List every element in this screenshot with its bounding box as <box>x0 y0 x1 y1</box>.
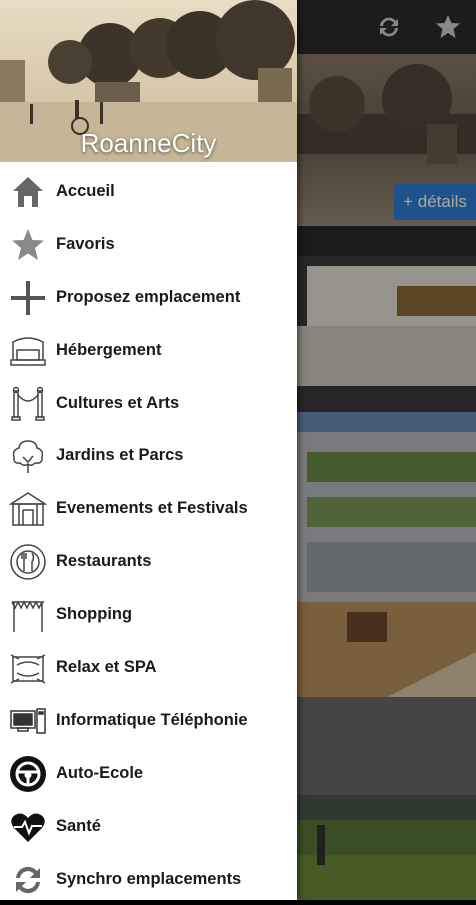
cutlery-plate-icon <box>9 543 47 581</box>
sync-icon[interactable] <box>374 12 404 42</box>
menu-item-label: Hébergement <box>56 340 162 359</box>
menu-item-label: Proposez emplacement <box>56 287 241 306</box>
place-card-image[interactable] <box>297 795 476 900</box>
menu-item-informatique-telephonie[interactable]: Informatique Téléphonie <box>0 694 297 747</box>
menu-item-accueil[interactable]: Accueil <box>0 165 297 218</box>
navigation-drawer: RoanneCity Accueil Favoris Proposez empl… <box>0 0 297 900</box>
plus-icon <box>9 279 47 317</box>
menu-item-label: Accueil <box>56 182 115 200</box>
menu-item-synchro-emplacements[interactable]: Synchro emplacements <box>0 853 297 905</box>
home-icon <box>9 173 47 211</box>
menu-item-evenements-festivals[interactable]: Evenements et Festivals <box>0 482 297 535</box>
menu-item-auto-ecole[interactable]: Auto-Ecole <box>0 747 297 800</box>
spa-icon <box>9 649 47 687</box>
star-icon <box>9 226 47 264</box>
menu-item-cultures-arts[interactable]: Cultures et Arts <box>0 377 297 430</box>
menu-item-sante[interactable]: Santé <box>0 800 297 853</box>
details-button[interactable]: + détails <box>394 184 476 220</box>
bed-icon <box>9 332 47 370</box>
app-title: RoanneCity <box>80 128 217 158</box>
menu-item-label: Auto-Ecole <box>56 763 144 782</box>
menu-item-hebergement[interactable]: Hébergement <box>0 324 297 377</box>
menu-item-label: Restaurants <box>56 552 152 571</box>
heart-pulse-icon <box>9 808 47 846</box>
sync-icon <box>9 861 47 899</box>
drawer-menu: Accueil Favoris Proposez emplacement Héb… <box>0 165 297 905</box>
menu-item-label: Informatique Téléphonie <box>56 710 248 729</box>
menu-item-proposez-emplacement[interactable]: Proposez emplacement <box>0 271 297 324</box>
menu-item-label: Cultures et Arts <box>56 393 180 412</box>
place-card-image[interactable] <box>297 602 476 795</box>
menu-item-jardins-parcs[interactable]: Jardins et Parcs <box>0 429 297 482</box>
menu-item-label: Shopping <box>56 605 133 624</box>
tent-icon <box>8 490 48 528</box>
menu-item-label: Evenements et Festivals <box>56 499 248 518</box>
museum-rope-icon <box>9 385 47 423</box>
menu-item-restaurants[interactable]: Restaurants <box>0 535 297 588</box>
menu-item-label: Jardins et Parcs <box>56 446 184 465</box>
place-card-image[interactable] <box>297 226 476 409</box>
menu-item-favoris[interactable]: Favoris <box>0 218 297 271</box>
menu-item-label: Relax et SPA <box>56 658 157 677</box>
tree-icon <box>9 437 47 475</box>
star-icon[interactable] <box>433 12 463 42</box>
menu-item-label: Favoris <box>56 234 115 253</box>
menu-item-shopping[interactable]: Shopping <box>0 588 297 641</box>
computer-icon <box>9 702 47 740</box>
drawer-header: RoanneCity <box>0 0 297 162</box>
menu-item-label: Santé <box>56 816 101 835</box>
steering-wheel-icon <box>9 755 47 793</box>
menu-item-relax-spa[interactable]: Relax et SPA <box>0 641 297 694</box>
place-card-image[interactable] <box>297 412 476 602</box>
shop-awning-icon <box>9 596 47 634</box>
menu-item-label: Synchro emplacements <box>56 869 242 888</box>
